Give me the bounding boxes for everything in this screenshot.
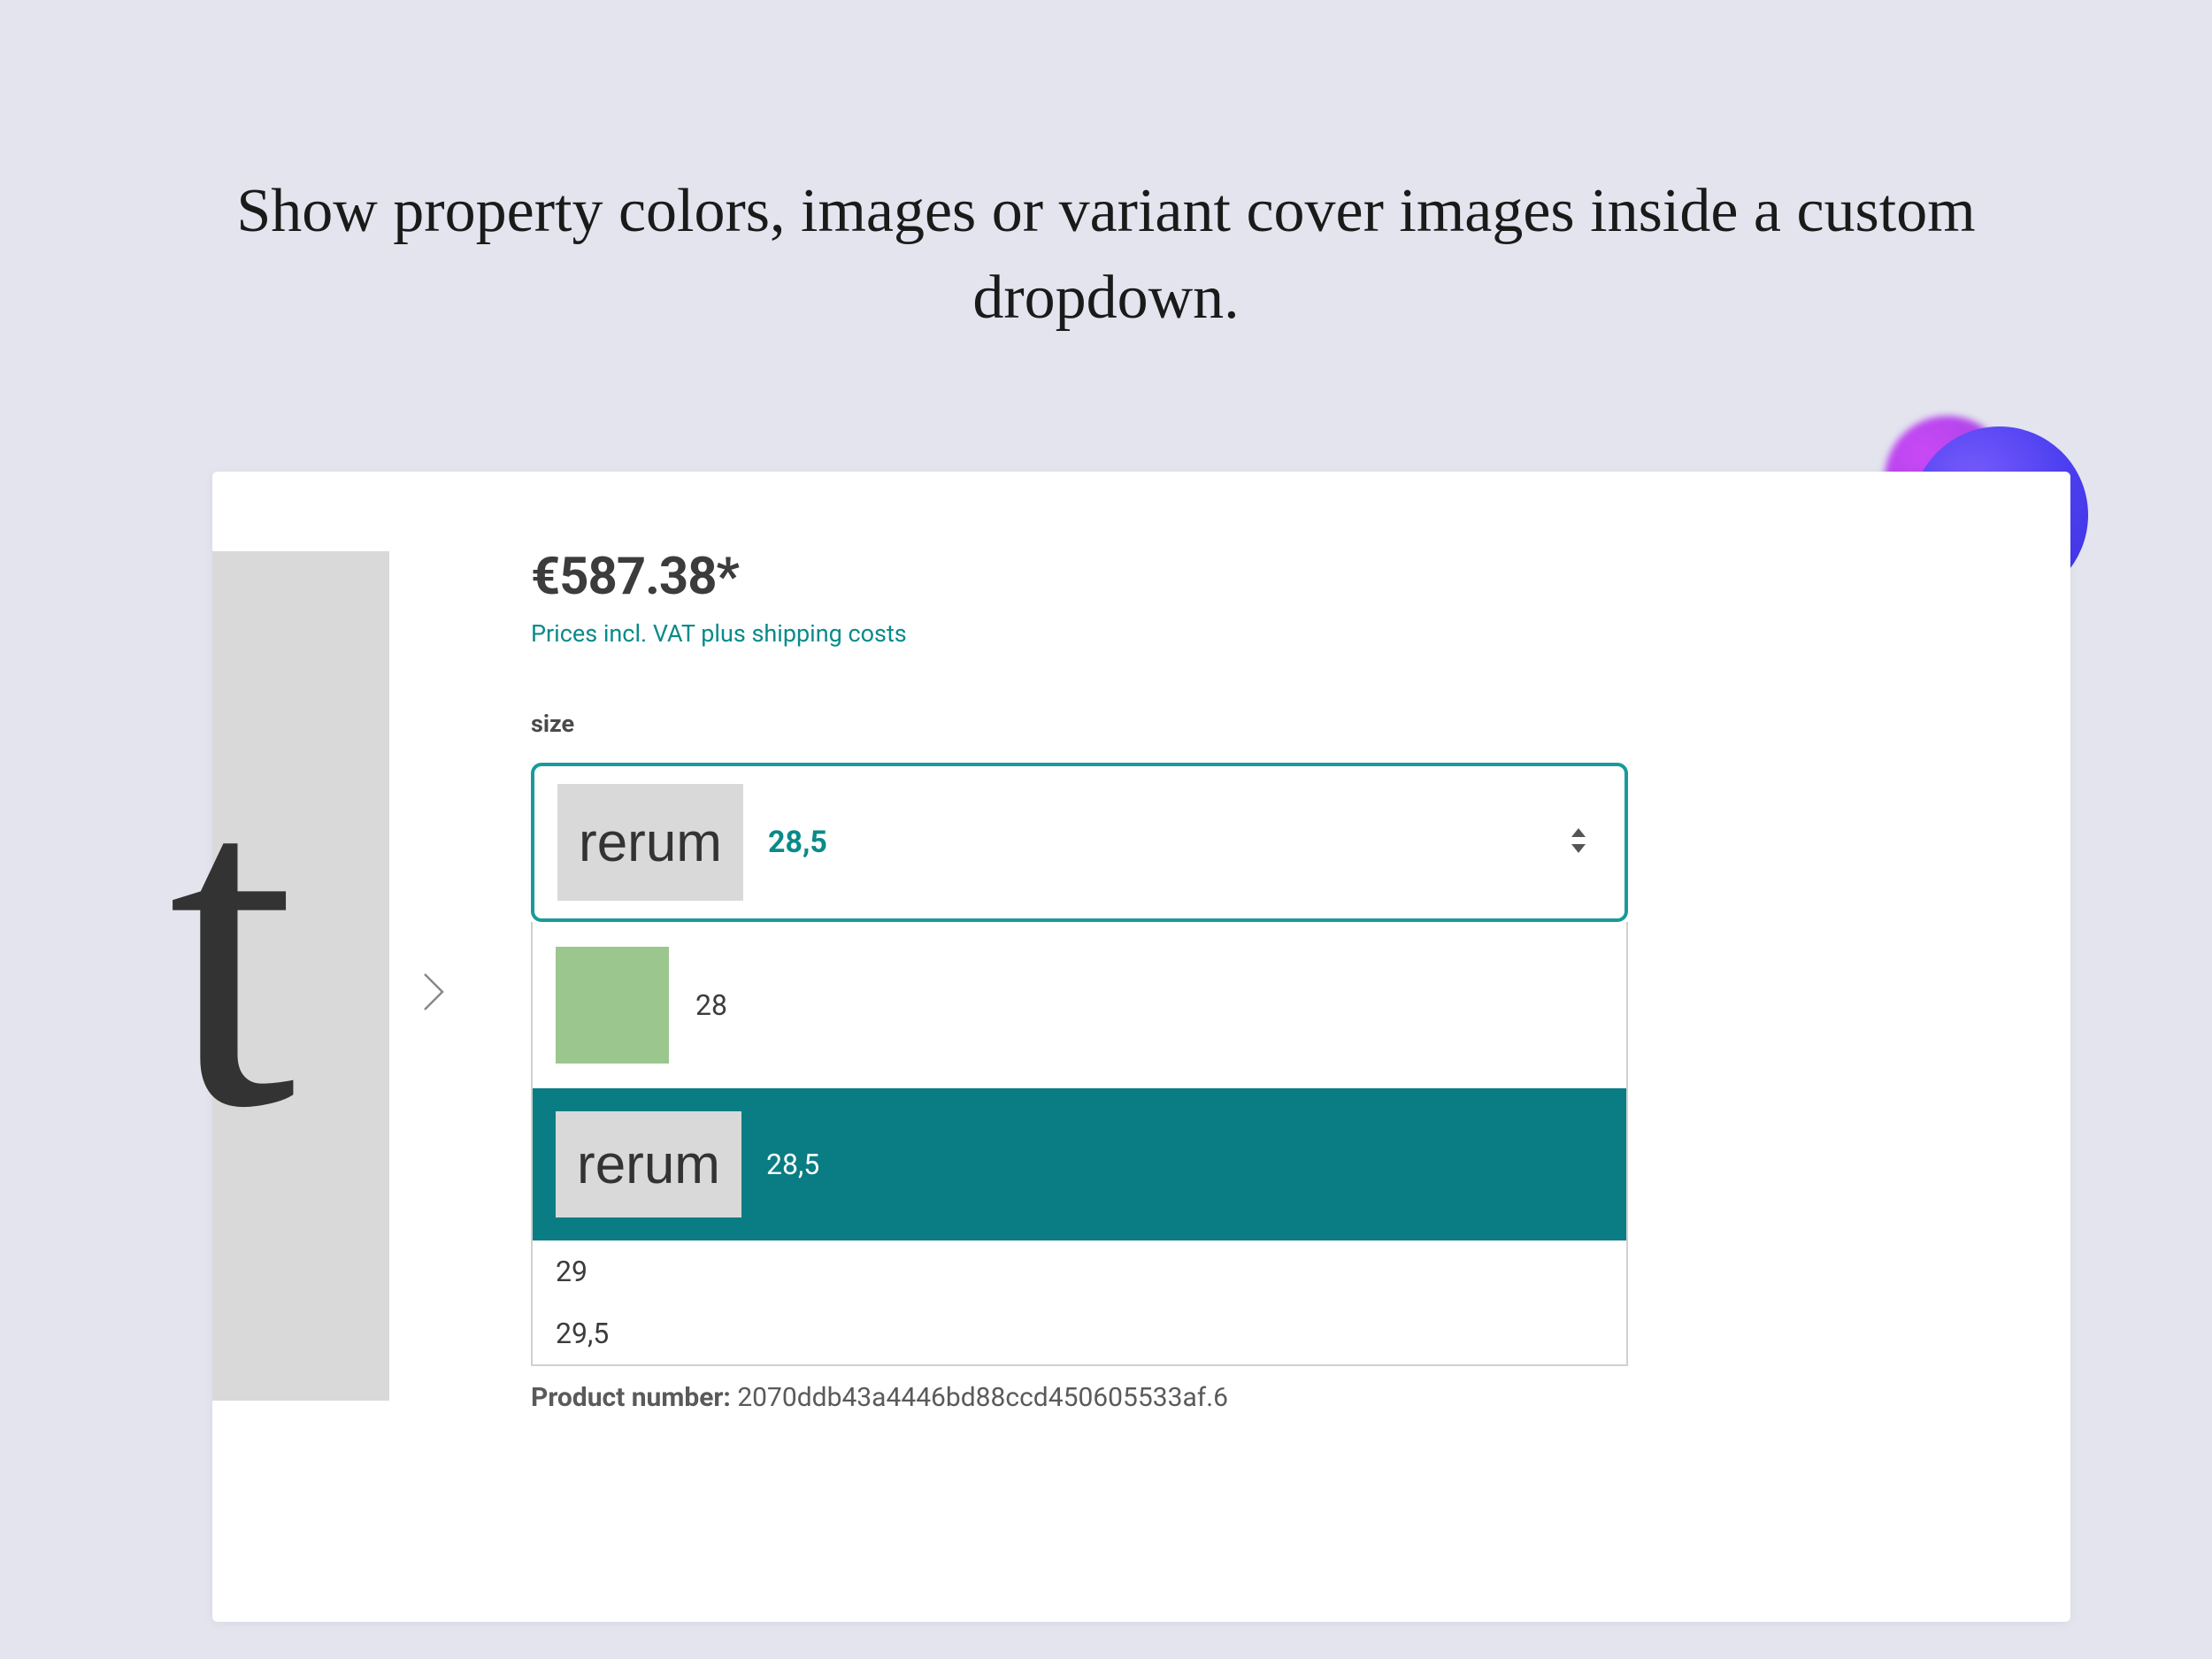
dropdown-option[interactable]: 29 — [533, 1240, 1626, 1302]
dropdown-option-selected[interactable]: rerum 28,5 — [533, 1088, 1626, 1240]
option-label: 29 — [556, 1255, 588, 1288]
dropdown-option[interactable]: 28 — [533, 922, 1626, 1088]
option-swatch-color — [556, 947, 669, 1064]
option-label: 28 — [695, 988, 727, 1022]
dropdown-list: 28 rerum 28,5 29 29,5 — [531, 922, 1628, 1366]
dropdown-selected[interactable]: rerum 28,5 — [531, 763, 1628, 922]
size-section: size rerum 28,5 28 — [531, 710, 1628, 1366]
option-label: 28,5 — [766, 1148, 819, 1181]
chevron-right-icon — [420, 970, 447, 1018]
selected-value: 28,5 — [768, 825, 827, 860]
product-details: €587.38* Prices incl. VAT plus shipping … — [531, 547, 1628, 1413]
thumbnail-letter: t — [168, 684, 296, 1212]
product-price: €587.38* — [531, 547, 1628, 607]
product-number: Product number: 2070ddb43a4446bd88ccd450… — [531, 1382, 1628, 1413]
product-image-thumbnail: t — [212, 551, 389, 1401]
product-card: t €587.38* Prices incl. VAT plus shippin… — [212, 472, 2070, 1622]
size-dropdown: rerum 28,5 28 rerum — [531, 763, 1628, 1366]
option-label: 29,5 — [556, 1317, 609, 1350]
option-swatch-image: rerum — [556, 1111, 741, 1217]
selected-swatch-image: rerum — [557, 784, 743, 901]
image-next-arrow[interactable] — [407, 967, 460, 1020]
product-number-label: Product number: — [531, 1382, 731, 1413]
price-note: Prices incl. VAT plus shipping costs — [531, 619, 1628, 648]
size-label: size — [531, 710, 1628, 738]
page-heading: Show property colors, images or variant … — [0, 0, 2212, 342]
dropdown-option[interactable]: 29,5 — [533, 1302, 1626, 1364]
product-number-value: 2070ddb43a4446bd88ccd450605533af.6 — [737, 1382, 1228, 1413]
sort-icon — [1570, 828, 1587, 856]
